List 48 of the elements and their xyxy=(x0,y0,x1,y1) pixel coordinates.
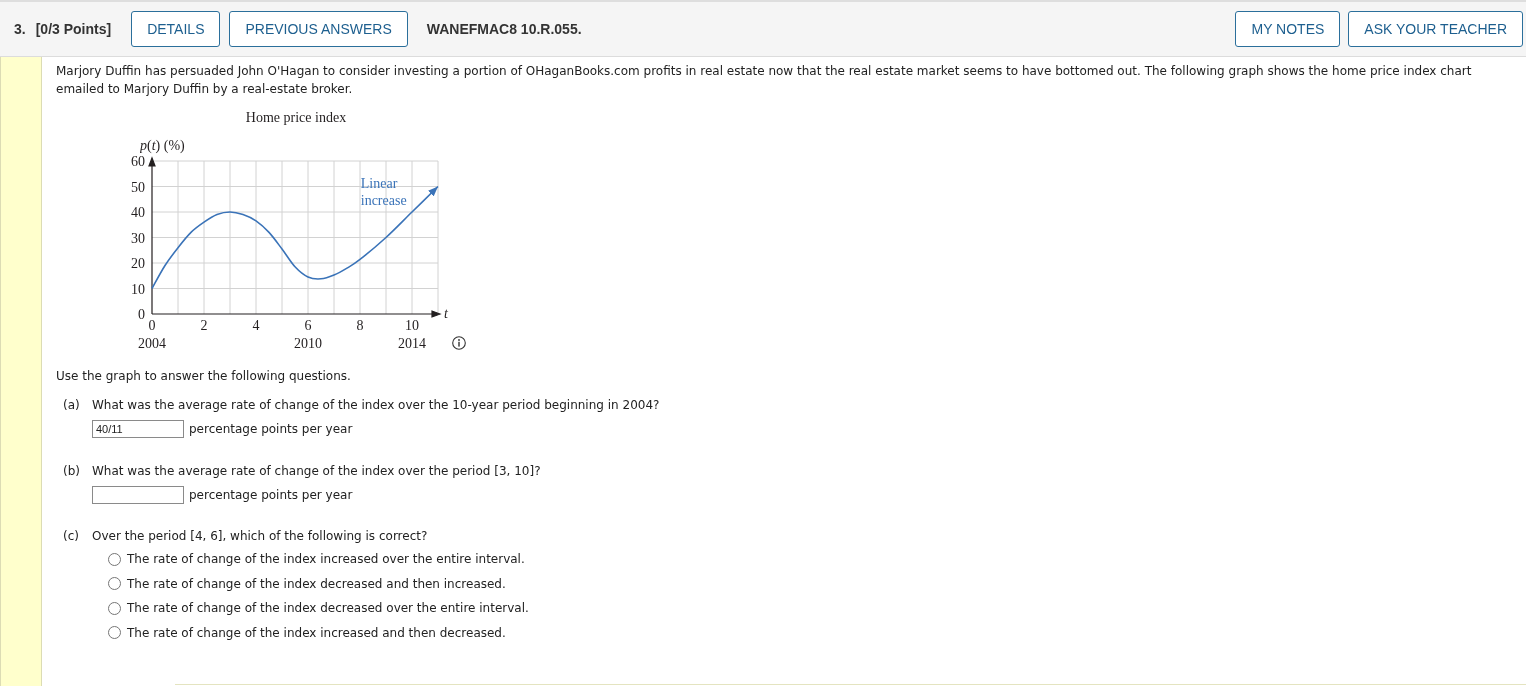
axis-tick-label: 4 xyxy=(252,318,260,333)
radio-button[interactable] xyxy=(108,601,121,615)
curve-annotation: Linear increase xyxy=(360,175,408,209)
part-label: (c) xyxy=(63,528,80,545)
question-text: What was the average rate of change of the index over the period [3, 10]? xyxy=(92,463,541,480)
year-label: 2014 xyxy=(398,336,426,351)
year-label: 2004 xyxy=(138,336,166,351)
question-number: 3. xyxy=(14,19,26,39)
radio-button[interactable] xyxy=(108,626,121,640)
year-label: 2010 xyxy=(294,336,322,351)
problem-text: Marjory Duffin has persuaded John O'Hagan to consider investing a portion of OHaganBooks.com profits in real estate now that the real estate market seems to have bottomed out. The following graph shows the home price index chart emailed to Marjory Duffin by a real-estate broker. xyxy=(56,63,1473,98)
question-code: WANEFMAC8 10.R.055. xyxy=(426,19,582,39)
question-text: What was the average rate of change of the index over the 10-year period beginning in 2004? xyxy=(92,397,660,414)
answer-input[interactable] xyxy=(92,486,184,504)
axis-tick-label: 0 xyxy=(148,318,156,333)
unit-label: percentage points per year xyxy=(189,421,353,438)
my-notes-button[interactable]: MY NOTES xyxy=(1235,11,1341,47)
option-text: The rate of change of the index decreased over the entire interval. xyxy=(127,600,529,618)
part-label: (b) xyxy=(63,463,81,480)
details-button[interactable]: DETAILS xyxy=(131,11,221,47)
axis-tick-label: 6 xyxy=(304,318,312,333)
axis-tick-label: 10 xyxy=(131,281,145,297)
ask-teacher-button[interactable]: ASK YOUR TEACHER xyxy=(1348,11,1523,47)
axis-tick-label: 0 xyxy=(138,307,145,322)
answer-input[interactable]: 40/11 xyxy=(92,420,184,438)
option-text: The rate of change of the index increased and then decreased. xyxy=(127,624,506,642)
axis-tick-label: 10 xyxy=(405,318,419,333)
radio-button[interactable] xyxy=(108,577,121,591)
points-score: [0/3 Points] xyxy=(35,19,112,39)
instruction-text: Use the graph to answer the following questions. xyxy=(56,368,352,385)
axis-tick-label: 20 xyxy=(131,256,145,271)
axis-tick-label: 60 xyxy=(131,154,145,169)
axis-tick-label: 50 xyxy=(131,179,145,195)
radio-button[interactable] xyxy=(108,552,121,566)
part-label: (a) xyxy=(63,397,81,414)
unit-label: percentage points per year xyxy=(189,487,353,504)
axis-title: t xyxy=(444,306,448,321)
axis-tick-label: 8 xyxy=(356,318,364,333)
question-text: Over the period [4, 6], which of the following is correct? xyxy=(92,528,429,545)
axis-tick-label: 30 xyxy=(131,230,145,246)
axis-tick-label: 40 xyxy=(131,205,145,220)
chart-title: Home price index xyxy=(245,110,347,125)
axis-tick-label: 2 xyxy=(200,318,208,333)
option-text: The rate of change of the index increased over the entire interval. xyxy=(127,551,525,569)
option-text: The rate of change of the index decreased and then increased. xyxy=(127,575,506,593)
info-icon[interactable] xyxy=(452,336,466,350)
previous-answers-button[interactable]: PREVIOUS ANSWERS xyxy=(229,11,408,47)
axis-title: p(t) (%) xyxy=(140,138,185,153)
